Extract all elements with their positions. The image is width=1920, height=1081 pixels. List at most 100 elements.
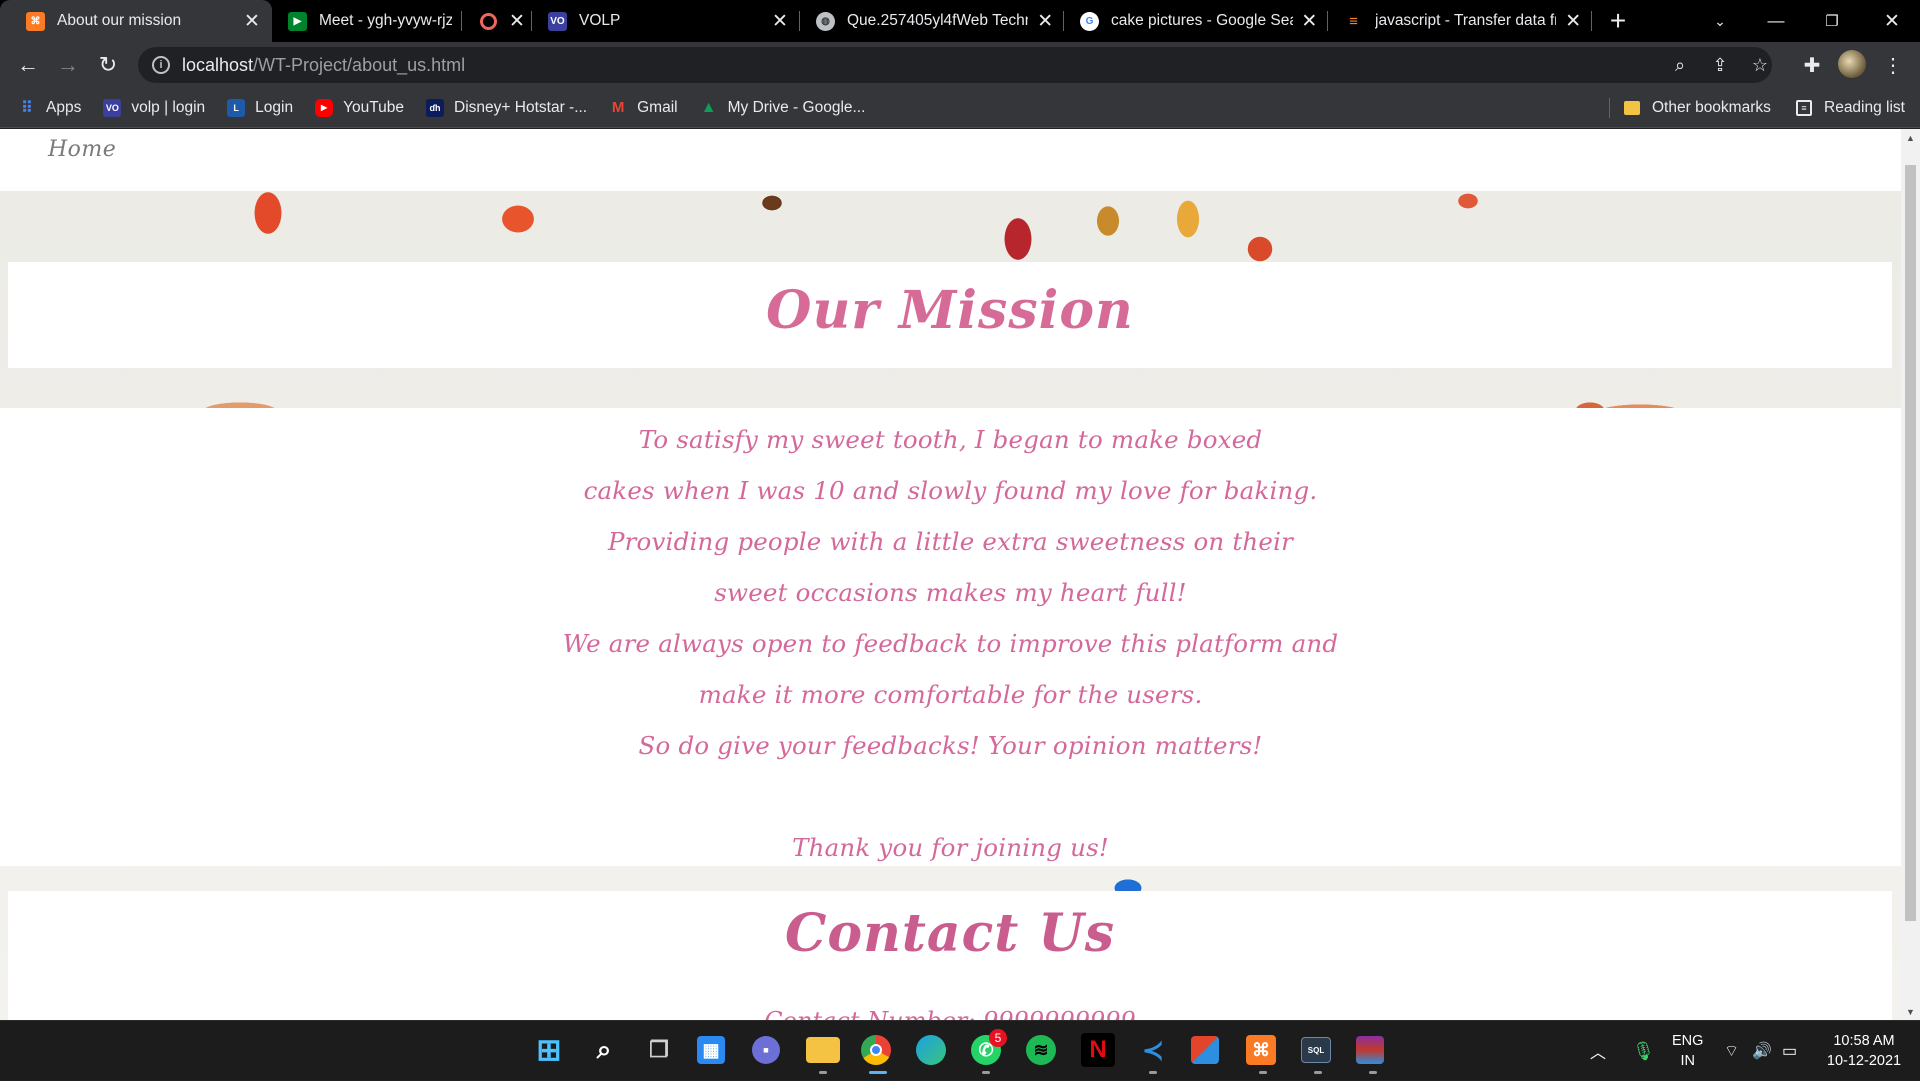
stackoverflow-icon: ≡ (1349, 12, 1358, 30)
mission-title-card: Our Mission (8, 262, 1892, 368)
nav-home-link[interactable]: Home (48, 137, 116, 162)
widgets-icon[interactable]: ▦ (697, 1036, 725, 1064)
winrar-icon[interactable] (1356, 1036, 1384, 1064)
chrome-icon[interactable] (861, 1035, 891, 1065)
mission-line: We are always open to feedback to improv… (562, 629, 1339, 658)
hotstar-icon: ɗh (426, 98, 445, 117)
edge-icon[interactable] (916, 1035, 946, 1065)
volp-icon: VO (103, 98, 122, 117)
xampp-icon[interactable]: ⌘ (1246, 1035, 1276, 1065)
tab-javascript[interactable]: ≡ javascript - Transfer data from ✕ (1328, 0, 1592, 42)
extensions-puzzle-icon[interactable]: ✚ (1797, 50, 1827, 80)
mission-line: Providing people with a little extra swe… (607, 527, 1294, 556)
tab-que[interactable]: ◍ Que.257405yl4fWeb Technolo ✕ (800, 0, 1064, 42)
browser-toolbar: ← → ↻ i localhost/WT-Project/about_us.ht… (0, 42, 1920, 88)
forward-arrow-icon[interactable]: → (48, 45, 88, 85)
profile-avatar[interactable] (1838, 50, 1866, 78)
recording-icon (480, 12, 497, 30)
new-tab-button[interactable]: + (1598, 0, 1638, 42)
tab-separator (1591, 11, 1592, 31)
restore-icon[interactable]: ❐ (1804, 0, 1860, 42)
back-arrow-icon[interactable]: ← (8, 45, 48, 85)
app-running-indicator (1314, 1071, 1322, 1074)
tab-volp[interactable]: VO VOLP ✕ (532, 0, 800, 42)
globe-icon: ◍ (816, 11, 835, 31)
bookmark-star-icon[interactable]: ☆ (1748, 53, 1772, 77)
page-scrollbar[interactable]: ▲ ▼ (1901, 129, 1920, 1020)
microphone-icon[interactable]: 🎙 (1632, 1021, 1655, 1081)
google-drive-icon: ▲ (700, 98, 717, 116)
zoom-icon[interactable]: ⌕ (1668, 53, 1692, 77)
app-running-indicator (1149, 1071, 1157, 1074)
mission-line: To satisfy my sweet tooth, I began to ma… (638, 425, 1263, 454)
contact-number: Contact Number: 9999999999 (8, 1007, 1892, 1020)
close-tab-icon[interactable]: ✕ (1301, 11, 1318, 32)
app-running-indicator (1259, 1071, 1267, 1074)
show-hidden-icons-chevron-icon[interactable]: ︿ (1590, 1021, 1606, 1081)
mission-line: Thank you for joining us! (792, 833, 1109, 862)
battery-icon[interactable]: ▭ (1782, 1021, 1797, 1081)
reading-list-icon: ≡ (1796, 100, 1812, 116)
xampp-icon: ⌘ (26, 11, 45, 31)
tab-meet[interactable]: ▶ Meet - ygh-yvyw-rjz (272, 0, 462, 42)
mission-body-card: To satisfy my sweet tooth, I began to ma… (0, 408, 1901, 866)
volume-icon[interactable]: 🔊 (1752, 1021, 1772, 1081)
close-tab-icon[interactable]: ✕ (509, 11, 525, 32)
tab-about-our-mission[interactable]: ⌘ About our mission ✕ (0, 0, 272, 42)
scrollbar-thumb[interactable] (1905, 165, 1916, 921)
whatsapp-icon[interactable]: ✆ 5 (971, 1029, 1007, 1065)
reading-list[interactable]: ≡ Reading list (1796, 88, 1905, 128)
wifi-icon[interactable]: ⌔ (1724, 1021, 1739, 1081)
scroll-up-arrow-icon[interactable]: ▲ (1901, 129, 1920, 146)
menu-dots-icon[interactable]: ⋮ (1878, 50, 1908, 80)
bookmark-gmail[interactable]: M Gmail (609, 99, 678, 117)
search-icon[interactable]: ⌕ (587, 1033, 621, 1067)
app-active-indicator (869, 1071, 887, 1074)
tab-cake-pictures[interactable]: G cake pictures - Google Search ✕ (1064, 0, 1328, 42)
volp-icon: VO (548, 11, 567, 31)
mission-line: sweet occasions makes my heart full! (714, 578, 1187, 607)
clock[interactable]: 10:58 AM 10-12-2021 (1824, 1021, 1904, 1081)
youtube-icon: ▶ (315, 98, 334, 117)
netflix-icon[interactable]: N (1081, 1033, 1115, 1067)
app-running-indicator (1369, 1071, 1377, 1074)
bookmark-login[interactable]: L Login (227, 98, 293, 117)
bookmark-volp-login[interactable]: VO volp | login (103, 98, 205, 117)
teams-chat-icon[interactable]: ▪ (752, 1036, 780, 1064)
gmail-icon: M (611, 99, 625, 116)
mission-heading: Our Mission (766, 280, 1134, 341)
bookmarks-bar: ⠿ Apps VO volp | login L Login ▶ YouTube… (0, 88, 1920, 128)
tab-search-chevron-icon[interactable]: ⌄ (1692, 0, 1748, 42)
contact-heading: Contact Us (785, 903, 1115, 964)
address-bar[interactable]: i localhost/WT-Project/about_us.html ⌕ ⇪… (138, 47, 1772, 83)
bookmark-apps[interactable]: ⠿ Apps (18, 99, 81, 117)
spotify-icon[interactable]: ≋ (1026, 1035, 1056, 1065)
close-tab-icon[interactable]: ✕ (1564, 11, 1582, 32)
mysql-workbench-icon[interactable]: SQL (1301, 1037, 1331, 1063)
minimize-icon[interactable]: — (1748, 0, 1804, 42)
language-indicator[interactable]: ENG IN (1672, 1021, 1703, 1081)
windows-start-icon[interactable]: ⊞ (532, 1033, 566, 1067)
close-tab-icon[interactable]: ✕ (1036, 11, 1054, 32)
scroll-down-arrow-icon[interactable]: ▼ (1901, 1003, 1920, 1020)
close-window-icon[interactable]: ✕ (1864, 0, 1920, 42)
contact-card: Contact Us Contact Number: 9999999999 (8, 891, 1892, 1020)
bookmark-google-drive[interactable]: ▲ My Drive - Google... (700, 99, 866, 117)
reload-icon[interactable]: ↻ (88, 45, 128, 85)
vscode-icon[interactable]: ≺ (1136, 1033, 1170, 1067)
apps-grid-icon: ⠿ (21, 99, 33, 117)
google-meet-icon: ▶ (288, 11, 307, 31)
close-tab-icon[interactable]: ✕ (770, 11, 790, 32)
other-bookmarks[interactable]: Other bookmarks (1624, 88, 1771, 128)
office-icon[interactable] (1191, 1036, 1219, 1064)
share-icon[interactable]: ⇪ (1708, 53, 1732, 77)
file-explorer-icon[interactable] (806, 1037, 840, 1063)
bookmark-hotstar[interactable]: ɗh Disney+ Hotstar -... (426, 98, 587, 117)
close-tab-icon[interactable]: ✕ (242, 11, 262, 32)
bookmark-youtube[interactable]: ▶ YouTube (315, 98, 404, 117)
folder-icon (1624, 101, 1640, 115)
tab-recording[interactable]: ✕ (462, 0, 532, 42)
url-text[interactable]: localhost/WT-Project/about_us.html (182, 55, 465, 76)
site-info-icon[interactable]: i (152, 56, 170, 74)
task-view-icon[interactable]: ❐ (642, 1033, 676, 1067)
